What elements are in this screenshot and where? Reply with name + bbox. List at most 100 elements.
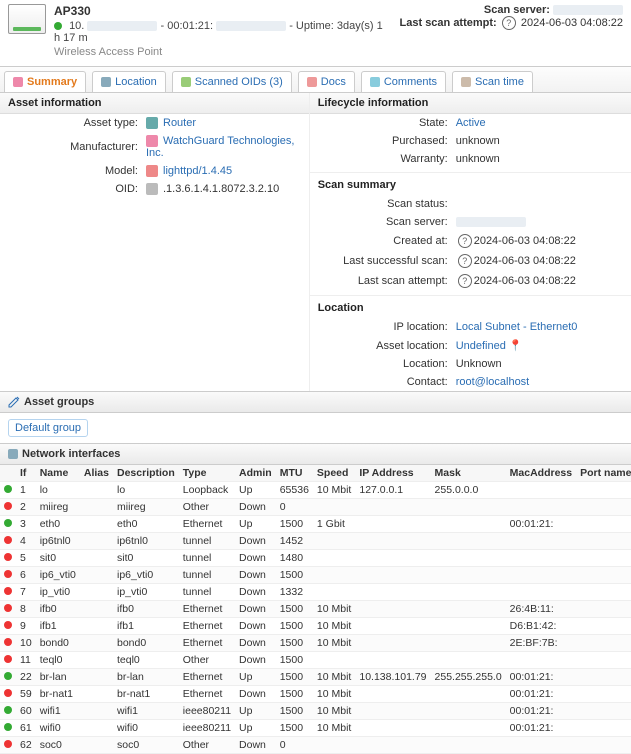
column-header[interactable]: If <box>16 465 36 482</box>
table-row[interactable]: 59br-nat1br-nat1EthernetDown150010 Mbit0… <box>0 686 631 703</box>
status-dot-icon <box>4 638 12 646</box>
table-row[interactable]: 8ifb0ifb0EthernetDown150010 Mbit26:4B:11… <box>0 601 631 618</box>
table-row[interactable]: 60wifi1wifi1ieee80211Up150010 Mbit00:01:… <box>0 703 631 720</box>
table-row[interactable]: 5sit0sit0tunnelDown1480▸ <box>0 550 631 567</box>
kv-value: ?2024-06-03 04:08:22 <box>456 234 623 248</box>
kv-row: Location:Unknown <box>310 355 631 373</box>
column-header[interactable]: Speed <box>313 465 355 482</box>
kv-row: Last successful scan:?2024-06-03 04:08:2… <box>310 251 631 271</box>
table-row[interactable]: 4ip6tnl0ip6tnl0tunnelDown1452▸ <box>0 533 631 550</box>
value-icon <box>146 183 158 195</box>
redacted-value <box>456 217 526 227</box>
kv-value[interactable]: root@localhost <box>456 376 623 388</box>
table-row[interactable]: 22br-lanbr-lanEthernetUp150010 Mbit10.13… <box>0 669 631 686</box>
table-row[interactable]: 2miiregmiiregOtherDown0▸ <box>0 499 631 516</box>
tab-label: Scanned OIDs (3) <box>195 76 283 88</box>
column-header[interactable]: Alias <box>80 465 113 482</box>
value-icon <box>146 135 158 147</box>
kv-key: Last scan attempt: <box>318 275 456 287</box>
kv-value[interactable]: Active <box>456 117 623 129</box>
table-row[interactable]: 61wifi0wifi0ieee80211Up150010 Mbit00:01:… <box>0 720 631 737</box>
column-header[interactable]: Description <box>113 465 179 482</box>
column-header[interactable] <box>0 465 16 482</box>
column-header[interactable]: Name <box>36 465 80 482</box>
pencil-icon[interactable] <box>8 396 20 408</box>
kv-value[interactable]: Undefined 📍 <box>456 339 623 352</box>
network-icon <box>8 449 18 459</box>
tab-scanned-oids-3-[interactable]: Scanned OIDs (3) <box>172 71 292 92</box>
help-icon[interactable]: ? <box>458 274 472 288</box>
kv-row: Asset type:Router <box>0 114 309 132</box>
tab-icon <box>181 77 191 87</box>
kv-row: Purchased:unknown <box>310 132 631 150</box>
last-scan-attempt-line: Last scan attempt: ? 2024-06-03 04:08:22 <box>400 16 623 30</box>
scan-summary-heading: Scan summary <box>310 172 631 195</box>
status-dot-icon <box>4 536 12 544</box>
device-type: Wireless Access Point <box>54 46 392 58</box>
pin-icon[interactable]: 📍 <box>506 340 523 352</box>
table-row[interactable]: 9ifb1ifb1EthernetDown150010 MbitD6:B1:42… <box>0 618 631 635</box>
table-row[interactable]: 7ip_vti0ip_vti0tunnelDown1332▸ <box>0 584 631 601</box>
table-row[interactable]: 3eth0eth0EthernetUp15001 Gbit00:01:21:▸ <box>0 516 631 533</box>
tab-icon <box>370 77 380 87</box>
table-row[interactable]: 62soc0soc0OtherDown0▸ <box>0 737 631 754</box>
kv-value: unknown <box>456 135 623 147</box>
column-header[interactable]: Port name <box>576 465 631 482</box>
default-group-chip[interactable]: Default group <box>8 419 88 437</box>
status-dot-icon <box>4 689 12 697</box>
kv-value[interactable]: Local Subnet - Ethernet0 <box>456 321 623 333</box>
column-header[interactable]: Admin <box>235 465 276 482</box>
info-panels: Asset information Asset type:RouterManuf… <box>0 93 631 391</box>
table-row[interactable]: 11teql0teql0OtherDown1500▸ <box>0 652 631 669</box>
kv-key: Scan status: <box>318 198 456 210</box>
kv-key: Asset type: <box>8 117 146 129</box>
column-header[interactable]: Type <box>179 465 235 482</box>
kv-value <box>456 216 623 228</box>
kv-value[interactable]: WatchGuard Technologies, Inc. <box>146 135 301 159</box>
help-icon[interactable]: ? <box>458 254 472 268</box>
status-dot-icon <box>4 570 12 578</box>
table-row[interactable]: 1loloLoopbackUp6553610 Mbit127.0.0.1255.… <box>0 482 631 499</box>
column-header[interactable]: MTU <box>276 465 313 482</box>
tab-label: Location <box>115 76 157 88</box>
tab-label: Summary <box>27 76 77 88</box>
tab-label: Comments <box>384 76 437 88</box>
kv-value[interactable]: lighttpd/1.4.45 <box>146 165 301 177</box>
tab-docs[interactable]: Docs <box>298 71 355 92</box>
help-icon[interactable]: ? <box>458 234 472 248</box>
status-dot-icon <box>4 519 12 527</box>
kv-value: Unknown <box>456 358 623 370</box>
tab-summary[interactable]: Summary <box>4 71 86 92</box>
kv-row: State:Active <box>310 114 631 132</box>
column-header[interactable]: Mask <box>431 465 506 482</box>
value-icon <box>146 165 158 177</box>
tab-comments[interactable]: Comments <box>361 71 446 92</box>
table-row[interactable]: 6ip6_vti0ip6_vti0tunnelDown1500▸ <box>0 567 631 584</box>
kv-value: ?2024-06-03 04:08:22 <box>456 274 623 288</box>
table-row[interactable]: 10bond0bond0EthernetDown150010 Mbit2E:BF… <box>0 635 631 652</box>
kv-key: Location: <box>318 358 456 370</box>
device-subtitle: 10. - 00:01:21: - Uptime: 3day(s) 1 h 17… <box>54 20 392 44</box>
lifecycle-heading: Lifecycle information <box>310 93 631 114</box>
column-header[interactable]: IP Address <box>355 465 430 482</box>
kv-value: ?2024-06-03 04:08:22 <box>456 254 623 268</box>
kv-row: Model:lighttpd/1.4.45 <box>0 162 309 180</box>
kv-row: Warranty:unknown <box>310 150 631 168</box>
help-icon[interactable]: ? <box>502 16 516 30</box>
kv-key: OID: <box>8 183 146 195</box>
kv-key: Scan server: <box>318 216 456 228</box>
kv-value[interactable]: Router <box>146 117 301 129</box>
location-heading: Location <box>310 295 631 318</box>
column-header[interactable]: MacAddress <box>506 465 576 482</box>
ip-redacted <box>87 21 157 31</box>
status-dot-icon <box>4 655 12 663</box>
kv-key: State: <box>318 117 456 129</box>
status-dot-icon <box>4 502 12 510</box>
kv-key: Contact: <box>318 376 456 388</box>
kv-row: Asset location:Undefined 📍 <box>310 336 631 355</box>
network-interfaces-bar: Network interfaces <box>0 443 631 465</box>
tab-location[interactable]: Location <box>92 71 166 92</box>
scan-server-redacted <box>553 5 623 15</box>
tab-scan-time[interactable]: Scan time <box>452 71 533 92</box>
tab-icon <box>307 77 317 87</box>
